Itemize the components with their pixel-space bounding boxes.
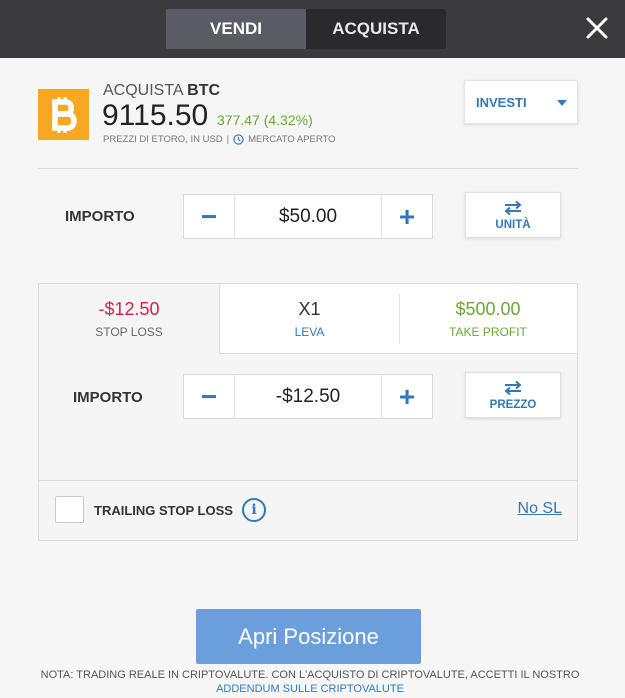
take-profit-value: $500.00 — [455, 298, 521, 319]
close-icon — [586, 17, 608, 39]
asset-symbol: BTC — [187, 82, 221, 99]
info-icon[interactable]: i — [242, 498, 266, 522]
price-change: 377.47 (4.32%) — [217, 112, 313, 128]
tab-acquista[interactable]: ACQUISTA — [306, 9, 446, 49]
unit-button-label: UNITÀ — [495, 218, 531, 231]
chevron-down-icon — [557, 100, 567, 106]
stop-loss-stepper: − -$12.50 + — [183, 374, 433, 419]
close-button[interactable] — [579, 10, 615, 46]
open-position-button[interactable]: Apri Posizione — [196, 609, 421, 664]
price-toggle-button[interactable]: PREZZO — [465, 372, 561, 418]
trade-mode-toggle: VENDI ACQUISTA — [166, 9, 446, 49]
price-note: PREZZI DI ETORO, IN USD | MERCATO APERTO — [103, 134, 336, 145]
amount-decrease-button[interactable]: − — [184, 195, 234, 238]
trailing-stop-loss-checkbox[interactable] — [55, 496, 84, 523]
stop-loss-decrease-button[interactable]: − — [184, 375, 234, 418]
market-status: MERCATO APERTO — [248, 134, 336, 145]
footer-note-text: NOTA: TRADING REALE IN CRIPTOVALUTE. CON… — [40, 669, 580, 681]
panel-divider — [39, 480, 577, 481]
tab-leverage[interactable]: X1 LEVA — [219, 284, 399, 354]
tab-stop-loss[interactable]: -$12.50 STOP LOSS — [39, 284, 219, 354]
stop-loss-caption: STOP LOSS — [95, 325, 163, 339]
trailing-stop-loss-label: TRAILING STOP LOSS — [94, 503, 233, 518]
swap-icon — [504, 200, 522, 215]
stop-loss-amount-label: IMPORTO — [73, 389, 143, 406]
amount-label: IMPORTO — [65, 208, 135, 225]
price-button-label: PREZZO — [489, 398, 537, 411]
tab-vendi[interactable]: VENDI — [166, 9, 306, 49]
bitcoin-icon — [51, 96, 77, 133]
asset-action: ACQUISTA — [103, 82, 183, 99]
amount-input[interactable]: $50.00 — [234, 195, 382, 238]
stop-loss-input[interactable]: -$12.50 — [234, 375, 382, 418]
invest-dropdown-label: INVESTI — [476, 94, 527, 110]
no-sl-link[interactable]: No SL — [518, 500, 562, 518]
invest-dropdown[interactable]: INVESTI — [464, 80, 578, 124]
section-divider — [38, 168, 578, 169]
tab-take-profit[interactable]: $500.00 TAKE PROFIT — [399, 284, 577, 354]
leverage-value: X1 — [298, 298, 321, 319]
take-profit-caption: TAKE PROFIT — [449, 324, 527, 339]
risk-tabs: -$12.50 STOP LOSS X1 LEVA $500.00 TAKE P… — [39, 284, 577, 354]
amount-stepper: − $50.00 + — [183, 194, 433, 239]
footer-note: NOTA: TRADING REALE IN CRIPTOVALUTE. CON… — [0, 668, 620, 696]
stop-loss-increase-button[interactable]: + — [382, 375, 432, 418]
top-bar: VENDI ACQUISTA — [0, 0, 625, 58]
risk-panel: -$12.50 STOP LOSS X1 LEVA $500.00 TAKE P… — [38, 283, 578, 541]
amount-increase-button[interactable]: + — [382, 195, 432, 238]
unit-toggle-button[interactable]: UNITÀ — [465, 192, 561, 238]
asset-title: ACQUISTA BTC — [103, 82, 220, 100]
price-source: PREZZI DI ETORO, IN USD — [103, 134, 223, 145]
swap-icon — [504, 380, 522, 395]
asset-price: 9115.50 — [102, 99, 209, 132]
clock-icon — [233, 134, 244, 145]
price-separator: | — [226, 134, 230, 145]
crypto-addendum-link[interactable]: ADDENDUM SULLE CRIPTOVALUTE — [0, 682, 620, 696]
bitcoin-logo — [38, 89, 89, 140]
stop-loss-value: -$12.50 — [98, 299, 160, 319]
leverage-caption: LEVA — [294, 324, 325, 339]
